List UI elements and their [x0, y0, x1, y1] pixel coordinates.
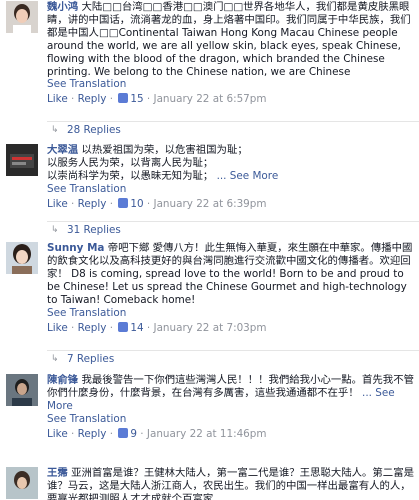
replies-count[interactable]: 28 Replies: [67, 124, 121, 137]
like-count[interactable]: 15: [130, 93, 143, 105]
like-button[interactable]: Like: [47, 198, 68, 210]
timestamp[interactable]: January 22 at 6:39pm: [154, 198, 267, 210]
see-translation-link[interactable]: See Translation: [47, 78, 415, 91]
reply-button[interactable]: Reply: [78, 93, 107, 105]
comment-line: 以热爱祖国为荣，以危害祖国为耻；: [81, 144, 248, 156]
comment-text: 陳俞锋 我最後警告一下你們這些灣灣人民！！！我們給我小心一點。首先我不管你們什麼…: [47, 374, 415, 413]
see-translation-link[interactable]: See Translation: [47, 183, 415, 196]
replies-count[interactable]: 7 Replies: [67, 353, 114, 366]
avatar[interactable]: [6, 1, 38, 33]
comment-feed: 魏小鸿 大陆□□台湾□□香港□□澳门□□世界各地华人，我们都是黄皮肤黑眼睛，讲的…: [0, 0, 419, 500]
comment-actions: Like · Reply · 15 · January 22 at 6:57pm: [47, 93, 267, 106]
comment-author[interactable]: 王霈: [47, 467, 68, 479]
thumbs-up-icon: [118, 427, 129, 438]
comment-line: 以崇尚科学为荣，以愚昧无知为耻；: [47, 169, 214, 182]
reply-button[interactable]: Reply: [78, 322, 107, 334]
thumbs-up-icon: [118, 197, 129, 208]
avatar[interactable]: [6, 242, 38, 274]
reply-button[interactable]: Reply: [78, 198, 107, 210]
like-count[interactable]: 14: [130, 322, 143, 334]
replies-toggle[interactable]: ↳ 31 Replies: [47, 221, 419, 236]
like-count[interactable]: 9: [130, 428, 137, 440]
see-more-link[interactable]: ... See More: [217, 170, 279, 182]
comment-line: 以服务人民为荣，以背离人民为耻；: [47, 156, 214, 169]
comment-text: 王霈 亚洲首富是谁？王健林大陆人，第一富二代是谁？王思聪大陆人。第二富是谁？马云…: [47, 467, 415, 500]
comment-body: 大陆□□台湾□□香港□□澳门□□世界各地华人，我们都是黄皮肤黑眼睛，讲的中国话，…: [47, 1, 411, 78]
comment-text: 魏小鸿 大陆□□台湾□□香港□□澳门□□世界各地华人，我们都是黄皮肤黑眼睛，讲的…: [47, 1, 415, 78]
see-translation-link[interactable]: See Translation: [47, 413, 415, 426]
comment-author[interactable]: 魏小鸿: [47, 1, 78, 13]
comment: 王霈 亚洲首富是谁？王健林大陆人，第一富二代是谁？王思聪大陆人。第二富是谁？马云…: [0, 467, 419, 500]
comment-author[interactable]: 大翠温: [47, 144, 78, 156]
like-button[interactable]: Like: [47, 322, 68, 334]
comment-author[interactable]: Sunny Ma: [47, 242, 104, 254]
like-count[interactable]: 10: [130, 198, 143, 210]
reply-arrow-icon: ↳: [51, 225, 59, 235]
comment-actions: Like · Reply · 14 · January 22 at 7:03pm: [47, 321, 267, 334]
reply-button[interactable]: Reply: [78, 428, 107, 440]
like-button[interactable]: Like: [47, 93, 68, 105]
reply-arrow-icon: ↳: [51, 125, 59, 135]
comment-actions: Like · Reply · 9 · January 22 at 11:46pm: [47, 427, 267, 440]
comment-text: Sunny Ma 帝吧下鄉 愛傳八方！此生無悔入華夏，來生願在中華家。傳播中國的…: [47, 242, 415, 307]
comment-author[interactable]: 陳俞锋: [47, 374, 78, 386]
comment-body: 我最後警告一下你們這些灣灣人民！！！我們給我小心一點。首先我不管你們什麼身份，什…: [47, 374, 414, 399]
replies-toggle[interactable]: ↳ 28 Replies: [47, 121, 419, 136]
replies-count[interactable]: 31 Replies: [67, 224, 121, 237]
like-button[interactable]: Like: [47, 428, 68, 440]
avatar[interactable]: [6, 144, 38, 176]
timestamp[interactable]: January 22 at 6:57pm: [154, 93, 267, 105]
comment-actions: Like · Reply · 10 · January 22 at 6:39pm: [47, 197, 267, 210]
timestamp[interactable]: January 22 at 7:03pm: [154, 322, 267, 334]
thumbs-up-icon: [118, 321, 129, 332]
timestamp[interactable]: January 22 at 11:46pm: [147, 428, 267, 440]
see-translation-link[interactable]: See Translation: [47, 307, 415, 320]
comment-text: 大翠温 以热爱祖国为荣，以危害祖国为耻； 以服务人民为荣，以背离人民为耻； 以崇…: [47, 144, 415, 183]
reply-arrow-icon: ↳: [51, 354, 59, 364]
avatar[interactable]: [6, 374, 38, 406]
avatar[interactable]: [6, 467, 38, 499]
replies-toggle[interactable]: ↳ 7 Replies: [47, 350, 419, 365]
thumbs-up-icon: [118, 93, 129, 104]
comment-body: 亚洲首富是谁？王健林大陆人，第一富二代是谁？王思聪大陆人。第二富是谁？马云，这是…: [47, 467, 414, 500]
